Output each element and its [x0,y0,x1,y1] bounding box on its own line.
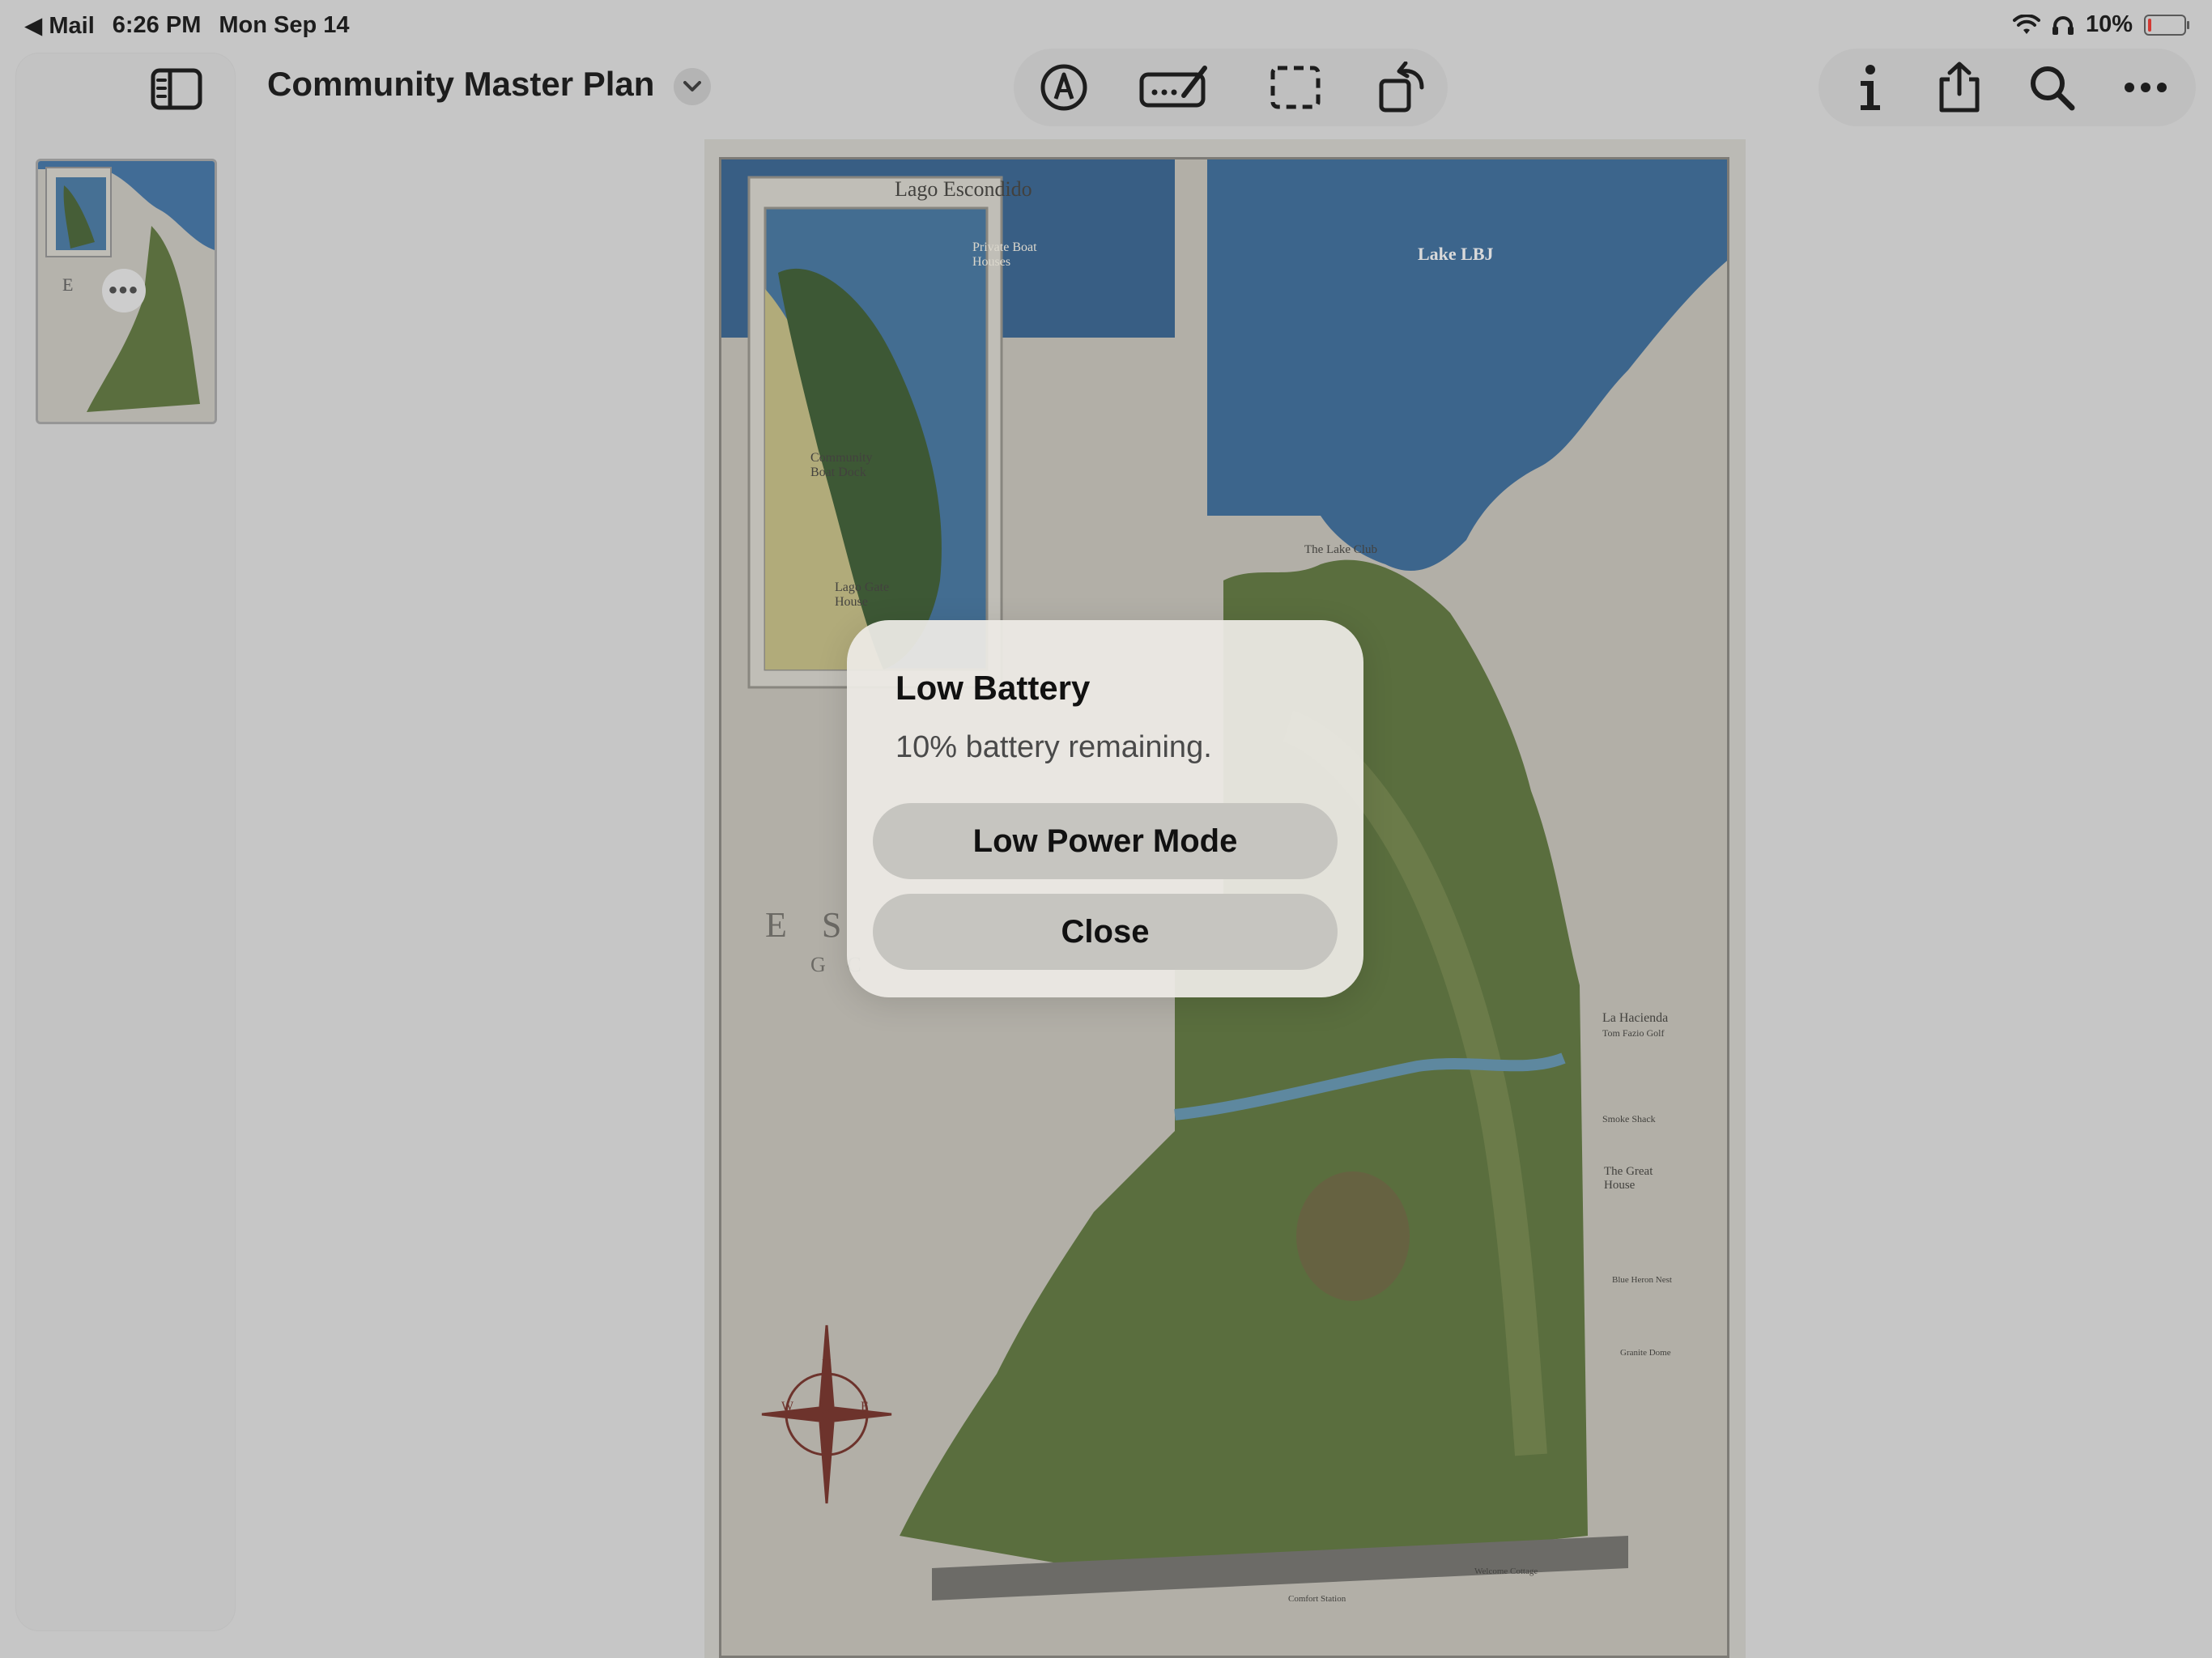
alert-message: 10% battery remaining. [895,730,1212,764]
close-button[interactable]: Close [873,894,1338,970]
low-power-mode-button[interactable]: Low Power Mode [873,803,1338,879]
alert-title: Low Battery [895,669,1091,707]
low-battery-alert: Low Battery 10% battery remaining. Low P… [847,620,1363,997]
